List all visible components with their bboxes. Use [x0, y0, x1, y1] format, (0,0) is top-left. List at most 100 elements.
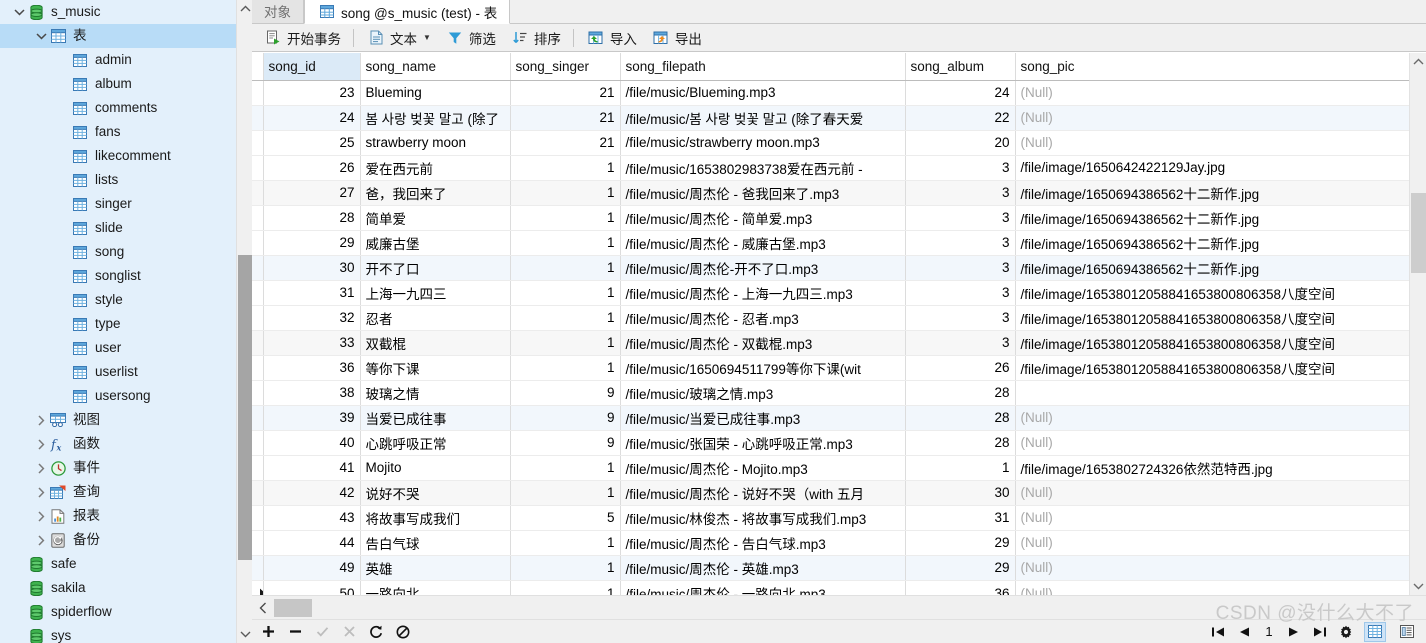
- cell-song_name[interactable]: 心跳呼吸正常: [360, 430, 511, 456]
- cell-song_singer[interactable]: 1: [510, 555, 621, 581]
- row-selector[interactable]: [252, 455, 264, 481]
- grid-vertical-scrollbar-thumb[interactable]: [1411, 193, 1426, 273]
- begin-transaction-button[interactable]: 开始事务: [256, 26, 348, 50]
- cell-song_filepath[interactable]: /file/music/strawberry moon.mp3: [620, 130, 906, 156]
- cell-song_id[interactable]: 43: [263, 505, 361, 531]
- cell-song_id[interactable]: 44: [263, 530, 361, 556]
- table-row[interactable]: 38 玻璃之情 9/file/music/玻璃之情.mp3 28: [252, 380, 1409, 406]
- cell-song_filepath[interactable]: /file/music/周杰伦 - 爸我回来了.mp3: [620, 180, 906, 206]
- row-selector[interactable]: [252, 380, 264, 406]
- cell-song_singer[interactable]: 21: [510, 130, 621, 156]
- cell-song_pic[interactable]: (Null): [1015, 480, 1409, 506]
- cell-song_singer[interactable]: 21: [510, 105, 621, 131]
- data-grid-viewport[interactable]: song_id song_name song_singer song_filepath…: [252, 53, 1409, 595]
- cell-song_filepath[interactable]: /file/music/周杰伦 - 告白气球.mp3: [620, 530, 906, 556]
- tree-list[interactable]: s_music 表 admin album comments fans likecommen…: [0, 0, 252, 643]
- previous-page-icon[interactable]: [1236, 624, 1252, 640]
- cell-song_singer[interactable]: 1: [510, 230, 621, 256]
- cell-song_filepath[interactable]: /file/music/周杰伦 - 忍者.mp3: [620, 305, 906, 331]
- sidebar-item-type[interactable]: type: [0, 312, 252, 336]
- row-selector[interactable]: [252, 480, 264, 506]
- cell-song_singer[interactable]: 9: [510, 380, 621, 406]
- table-row[interactable]: 29 威廉古堡 1/file/music/周杰伦 - 威廉古堡.mp3 3/file/…: [252, 230, 1409, 256]
- cell-song_filepath[interactable]: /file/music/周杰伦 - 上海一九四三.mp3: [620, 280, 906, 306]
- row-selector[interactable]: [252, 580, 264, 595]
- cell-song_name[interactable]: 玻璃之情: [360, 380, 511, 406]
- grid-vertical-scrollbar[interactable]: [1409, 53, 1426, 595]
- cell-song_name[interactable]: Mojito: [360, 455, 511, 481]
- cell-song_pic[interactable]: (Null): [1015, 430, 1409, 456]
- sidebar-item-视图[interactable]: 视图: [0, 408, 252, 432]
- cell-song_album[interactable]: 24: [905, 80, 1016, 106]
- cell-song_pic[interactable]: /file/image/16538012058841653800806358八度…: [1015, 305, 1409, 331]
- cell-song_name[interactable]: 爸，我回来了: [360, 180, 511, 206]
- cell-song_pic[interactable]: /file/image/1650694386562十二新作.jpg: [1015, 230, 1409, 256]
- hscroll-track[interactable]: [274, 598, 1426, 618]
- sidebar-item-lists[interactable]: lists: [0, 168, 252, 192]
- cell-song_id[interactable]: 40: [263, 430, 361, 456]
- table-row[interactable]: 40 心跳呼吸正常 9/file/music/张国荣 - 心跳呼吸正常.mp3 28(…: [252, 430, 1409, 456]
- cell-song_album[interactable]: 26: [905, 355, 1016, 381]
- column-header-song_id[interactable]: song_id: [263, 53, 361, 81]
- cell-song_pic[interactable]: (Null): [1015, 130, 1409, 156]
- column-header-song_filepath[interactable]: song_filepath: [620, 53, 906, 81]
- sidebar-item-s_music[interactable]: s_music: [0, 0, 252, 24]
- table-row[interactable]: 25 strawberry moon 21/file/music/strawberr…: [252, 130, 1409, 156]
- table-row[interactable]: 30 开不了口 1/file/music/周杰伦-开不了口.mp3 3/file/im…: [252, 255, 1409, 281]
- cell-song_id[interactable]: 42: [263, 480, 361, 506]
- cell-song_name[interactable]: 봄 사랑 벚꽃 말고 (除了: [360, 105, 511, 131]
- next-page-icon[interactable]: [1286, 624, 1302, 640]
- grid-horizontal-scrollbar[interactable]: [252, 595, 1426, 619]
- cell-song_name[interactable]: strawberry moon: [360, 130, 511, 156]
- cell-song_album[interactable]: 3: [905, 205, 1016, 231]
- sort-button[interactable]: 排序: [503, 26, 568, 50]
- row-selector[interactable]: [252, 155, 264, 181]
- cell-song_filepath[interactable]: /file/music/周杰伦-开不了口.mp3: [620, 255, 906, 281]
- sidebar-item-slide[interactable]: slide: [0, 216, 252, 240]
- cell-song_album[interactable]: 3: [905, 255, 1016, 281]
- cell-song_id[interactable]: 31: [263, 280, 361, 306]
- cell-song_album[interactable]: 3: [905, 180, 1016, 206]
- scroll-down-icon[interactable]: [237, 626, 252, 643]
- cell-song_name[interactable]: 忍者: [360, 305, 511, 331]
- cell-song_album[interactable]: 20: [905, 130, 1016, 156]
- filter-button[interactable]: 筛选: [438, 26, 503, 50]
- cell-song_singer[interactable]: 9: [510, 405, 621, 431]
- cell-song_filepath[interactable]: /file/music/当爱已成往事.mp3: [620, 405, 906, 431]
- cell-song_singer[interactable]: 1: [510, 280, 621, 306]
- cell-song_album[interactable]: 28: [905, 380, 1016, 406]
- cell-song_id[interactable]: 49: [263, 555, 361, 581]
- cell-song_pic[interactable]: (Null): [1015, 505, 1409, 531]
- sidebar-item-comments[interactable]: comments: [0, 96, 252, 120]
- cell-song_name[interactable]: 当爱已成往事: [360, 405, 511, 431]
- table-row[interactable]: 27 爸，我回来了 1/file/music/周杰伦 - 爸我回来了.mp3 3/fi…: [252, 180, 1409, 206]
- sidebar-item-likecomment[interactable]: likecomment: [0, 144, 252, 168]
- cell-song_album[interactable]: 3: [905, 155, 1016, 181]
- cell-song_singer[interactable]: 1: [510, 480, 621, 506]
- cell-song_album[interactable]: 29: [905, 530, 1016, 556]
- row-selector[interactable]: [252, 505, 264, 531]
- column-header-song_singer[interactable]: song_singer: [510, 53, 621, 81]
- cell-song_filepath[interactable]: /file/music/周杰伦 - 说好不哭（with 五月: [620, 480, 906, 506]
- page-number[interactable]: 1: [1262, 624, 1276, 639]
- sidebar-item-usersong[interactable]: usersong: [0, 384, 252, 408]
- cell-song_album[interactable]: 3: [905, 305, 1016, 331]
- first-page-icon[interactable]: [1210, 624, 1226, 640]
- table-row[interactable]: 41 Mojito 1/file/music/周杰伦 - Mojito.mp3 1/f…: [252, 455, 1409, 481]
- record-action-group[interactable]: [252, 624, 411, 640]
- cell-song_id[interactable]: 36: [263, 355, 361, 381]
- hscroll-thumb[interactable]: [274, 598, 312, 617]
- cell-song_album[interactable]: 28: [905, 405, 1016, 431]
- tab-song-table[interactable]: song @s_music (test) - 表: [304, 0, 511, 24]
- add-record-icon[interactable]: [260, 624, 276, 640]
- cell-song_album[interactable]: 1: [905, 455, 1016, 481]
- row-selector[interactable]: [252, 355, 264, 381]
- grid-scroll-up-icon[interactable]: [1410, 53, 1426, 70]
- sidebar-item-事件[interactable]: 事件: [0, 456, 252, 480]
- cell-song_name[interactable]: 告白气球: [360, 530, 511, 556]
- cell-song_pic[interactable]: (Null): [1015, 80, 1409, 106]
- table-row[interactable]: 24 봄 사랑 벚꽃 말고 (除了 21/file/music/봄 사랑 벚꽃 말고…: [252, 105, 1409, 131]
- cell-song_pic[interactable]: (Null): [1015, 105, 1409, 131]
- hscroll-left-icon[interactable]: [252, 602, 274, 614]
- table-row[interactable]: 49 英雄 1/file/music/周杰伦 - 英雄.mp3 29 (Null): [252, 555, 1409, 581]
